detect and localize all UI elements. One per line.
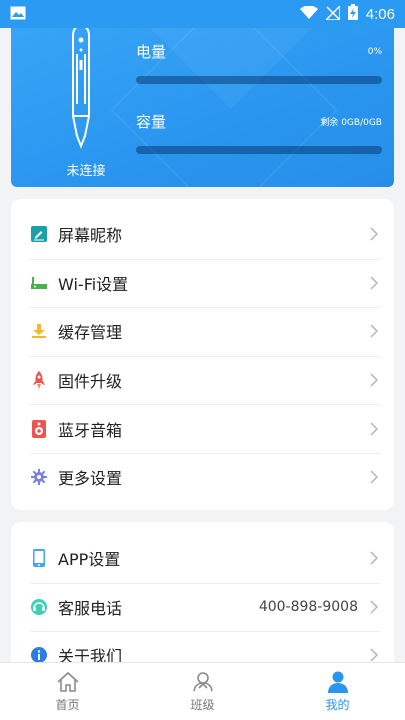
menu-item-label: 缓存管理 (58, 323, 123, 343)
battery-progress-track (136, 76, 382, 84)
capacity-label: 容量 (136, 113, 167, 131)
device-settings-card: 屏幕昵称 Wi-Fi设置 缓存管理 固件升级 蓝牙音箱 更多设置 (11, 199, 394, 510)
pencil-screen-icon (30, 225, 48, 243)
chevron-right-icon (370, 373, 379, 387)
nav-label: 我的 (325, 697, 350, 712)
menu-item-more-settings[interactable]: 更多设置 (11, 452, 394, 502)
menu-item-wifi-settings[interactable]: Wi-Fi设置 (11, 258, 394, 308)
menu-item-customer-service[interactable]: 客服电话 400-898-9008 (11, 582, 394, 632)
menu-item-label: 屏幕昵称 (58, 226, 123, 246)
menu-item-label: Wi-Fi设置 (58, 274, 129, 294)
menu-item-label: 客服电话 (58, 598, 123, 618)
phone-icon (30, 549, 48, 568)
chevron-right-icon (370, 600, 379, 614)
nav-home[interactable]: 首页 (0, 663, 135, 720)
menu-item-label: 更多设置 (58, 469, 123, 489)
status-bar: 4:06 (0, 0, 405, 28)
capacity-meter: 容量 剩余 0GB/0GB (136, 111, 382, 154)
battery-value: 0% (367, 46, 382, 57)
chevron-right-icon (370, 276, 379, 290)
status-time: 4:06 (365, 5, 395, 23)
menu-item-label: 蓝牙音箱 (58, 420, 123, 440)
menu-item-app-settings[interactable]: APP设置 (11, 534, 394, 583)
nav-label: 首页 (55, 697, 80, 712)
menu-item-cache-management[interactable]: 缓存管理 (11, 307, 394, 356)
nav-label: 班级 (190, 697, 215, 712)
chevron-right-icon (370, 324, 379, 339)
class-icon (192, 671, 213, 691)
battery-charging-icon (347, 4, 358, 24)
chevron-right-icon (370, 422, 379, 436)
menu-item-screen-nickname[interactable]: 屏幕昵称 (11, 210, 394, 259)
connection-status: 未连接 (66, 164, 106, 179)
chevron-right-icon (370, 227, 379, 241)
headset-icon (30, 598, 48, 616)
no-signal-icon (323, 3, 341, 24)
speaker-icon (30, 419, 48, 438)
battery-meter: 电量 0% (136, 41, 382, 84)
download-icon (30, 322, 48, 340)
nav-mine[interactable]: 我的 (270, 663, 405, 720)
menu-item-label: APP设置 (58, 550, 121, 570)
chevron-right-icon (370, 551, 379, 565)
bottom-navigation: 首页 班级 我的 (0, 662, 405, 720)
gear-icon (30, 468, 48, 486)
menu-item-firmware-upgrade[interactable]: 固件升级 (11, 355, 394, 405)
battery-label: 电量 (136, 43, 167, 61)
capacity-progress-track (136, 146, 382, 154)
user-icon (327, 671, 348, 693)
wifi-icon (299, 4, 318, 24)
capacity-value: 剩余 0GB/0GB (320, 118, 382, 128)
menu-item-bluetooth-speaker[interactable]: 蓝牙音箱 (11, 404, 394, 453)
nav-class[interactable]: 班级 (135, 663, 270, 720)
customer-service-phone[interactable]: 400-898-9008 (259, 599, 358, 615)
menu-item-label: 固件升级 (58, 372, 123, 392)
device-card[interactable]: 未连接 电量 0% 容量 剩余 0GB/0GB (11, 0, 394, 187)
rocket-icon (30, 371, 48, 390)
reading-pen-icon (72, 24, 90, 149)
home-icon (56, 671, 79, 692)
image-icon (10, 5, 26, 24)
router-icon (30, 274, 48, 292)
chevron-right-icon (370, 470, 379, 484)
